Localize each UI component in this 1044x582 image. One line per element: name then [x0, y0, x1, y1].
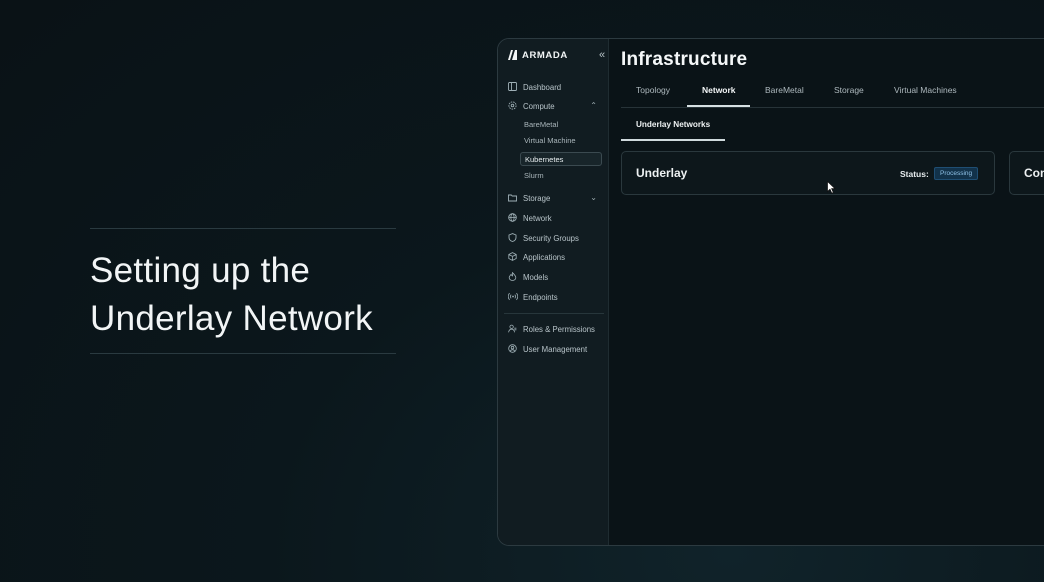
brand: ARMADA «	[508, 49, 605, 63]
sidebar-item-models[interactable]: Models	[508, 270, 602, 284]
main-content: Infrastructure Topology Network BareMeta…	[609, 39, 1044, 545]
sidebar: ARMADA « Dashboard Compute ⌃ BareMetal V…	[498, 39, 609, 545]
sidebar-item-label: Security Groups	[523, 233, 579, 243]
slide: Setting up the Underlay Network ARMADA «…	[0, 0, 1044, 582]
chevron-up-icon: ⌃	[590, 101, 597, 110]
sidebar-item-compute[interactable]: Compute ⌃	[508, 99, 602, 113]
sidebar-item-dashboard[interactable]: Dashboard	[508, 80, 602, 94]
card-title: Con	[1024, 166, 1044, 180]
tab-baremetal[interactable]: BareMetal	[765, 85, 804, 95]
sidebar-item-label: Roles & Permissions	[523, 324, 595, 334]
cube-icon	[508, 252, 518, 262]
sidebar-item-security-groups[interactable]: Security Groups	[508, 231, 602, 245]
sidebar-subitem-baremetal[interactable]: BareMetal	[520, 118, 602, 131]
user-gear-icon	[508, 344, 518, 354]
page-title: Infrastructure	[621, 49, 748, 70]
folder-icon	[508, 193, 518, 203]
sidebar-item-label: User Management	[523, 344, 588, 354]
active-tab-indicator	[687, 105, 750, 107]
sidebar-item-label: Compute	[523, 101, 555, 111]
users-icon	[508, 324, 518, 334]
collapse-sidebar-button[interactable]: «	[599, 49, 605, 61]
broadcast-icon	[508, 292, 518, 302]
sidebar-item-label: Applications	[523, 252, 566, 262]
sidebar-item-roles-permissions[interactable]: Roles & Permissions	[508, 322, 602, 336]
sidebar-item-network[interactable]: Network	[508, 211, 602, 225]
intro-title: Setting up the Underlay Network	[90, 247, 373, 343]
sidebar-item-label: Network	[523, 213, 552, 223]
mouse-cursor-icon	[827, 181, 836, 194]
card-title: Underlay	[636, 166, 688, 180]
flame-icon	[508, 272, 518, 282]
sidebar-item-label: Storage	[523, 193, 551, 203]
sidebar-subitem-slurm[interactable]: Slurm	[520, 169, 602, 182]
second-card[interactable]: Con	[1009, 151, 1044, 195]
globe-icon	[508, 213, 518, 223]
sidebar-subitem-virtual-machine[interactable]: Virtual Machine	[520, 134, 602, 147]
sidebar-item-label: Endpoints	[523, 292, 558, 302]
intro-title-line1: Setting up the	[90, 251, 311, 290]
sidebar-item-storage[interactable]: Storage ⌄	[508, 191, 602, 205]
status-label: Status:	[900, 169, 929, 179]
sidebar-item-label: Dashboard	[523, 82, 562, 92]
gear-icon	[508, 101, 518, 111]
tab-bar: Topology Network BareMetal Storage Virtu…	[621, 83, 1044, 108]
tab-network[interactable]: Network	[702, 85, 736, 95]
underlay-card[interactable]: Underlay Status: Processing	[621, 151, 995, 195]
tab-virtual-machines[interactable]: Virtual Machines	[894, 85, 957, 95]
chevron-down-icon: ⌄	[590, 193, 597, 202]
active-subtab-indicator	[621, 139, 725, 141]
intro-title-line2: Underlay Network	[90, 299, 373, 338]
sidebar-divider	[504, 313, 604, 314]
tab-storage[interactable]: Storage	[834, 85, 864, 95]
tab-topology[interactable]: Topology	[636, 85, 670, 95]
intro-block: Setting up the Underlay Network	[90, 228, 396, 354]
sidebar-subitem-kubernetes[interactable]: Kubernetes	[520, 152, 602, 166]
sidebar-item-user-management[interactable]: User Management	[508, 342, 602, 356]
sidebar-item-applications[interactable]: Applications	[508, 250, 602, 264]
armada-logo-icon	[508, 50, 517, 60]
subtab-underlay-networks[interactable]: Underlay Networks	[636, 120, 710, 129]
sidebar-item-label: Models	[523, 272, 549, 282]
sidebar-item-endpoints[interactable]: Endpoints	[508, 290, 602, 304]
status-badge: Processing	[934, 167, 979, 180]
brand-name: ARMADA	[522, 50, 568, 61]
app-window: ARMADA « Dashboard Compute ⌃ BareMetal V…	[497, 38, 1044, 546]
shield-icon	[508, 233, 518, 243]
dashboard-icon	[508, 82, 518, 92]
